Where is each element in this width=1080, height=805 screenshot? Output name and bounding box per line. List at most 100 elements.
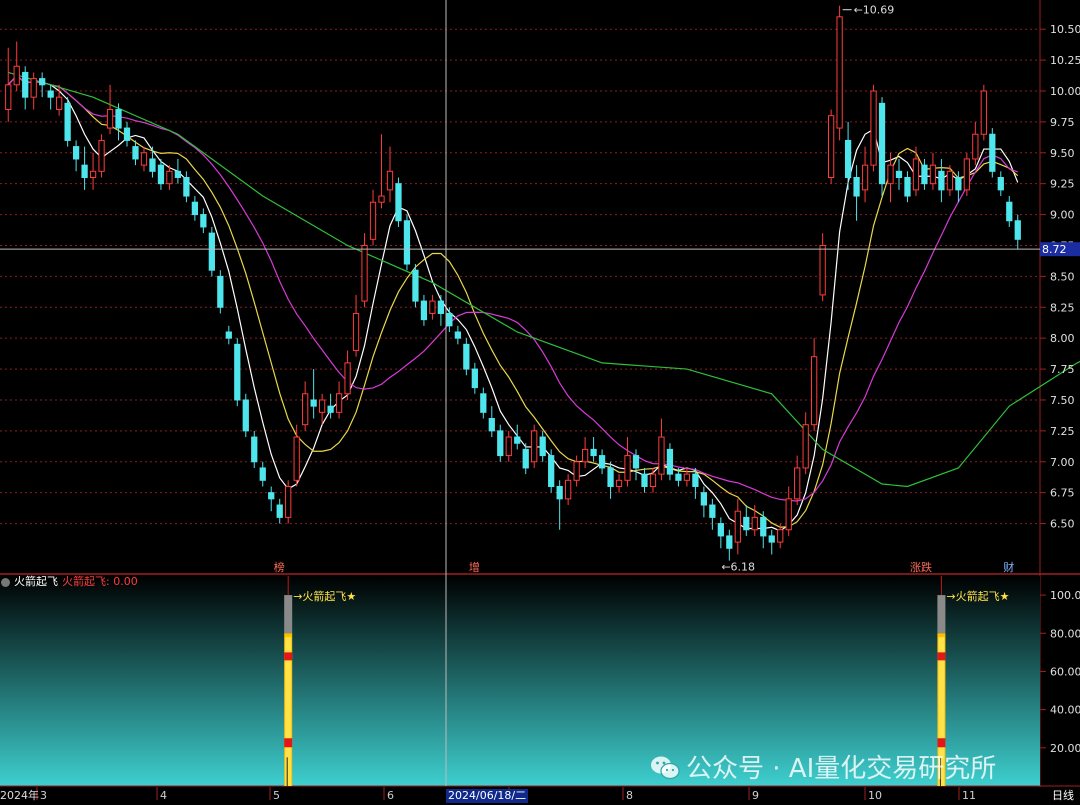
stock-chart[interactable]: 10.5010.2510.009.759.509.259.008.758.508… xyxy=(0,0,1080,805)
candle-body xyxy=(514,436,521,444)
event-marker: 财 xyxy=(1003,560,1014,574)
candle-body xyxy=(802,424,809,469)
candle-body xyxy=(581,448,589,463)
candle-body xyxy=(912,158,920,191)
candle-body xyxy=(497,430,504,457)
candle-body xyxy=(709,504,716,518)
candle-body xyxy=(89,170,97,179)
candle-body xyxy=(412,269,419,302)
price-panel-bg xyxy=(0,0,1040,574)
price-tick-label: 9.75 xyxy=(1050,116,1075,129)
candle-body xyxy=(997,177,1004,191)
candle-body xyxy=(217,275,224,308)
candle-body xyxy=(675,473,682,481)
price-tick-label: 9.25 xyxy=(1050,178,1075,191)
candle-body xyxy=(72,146,80,160)
candle-body xyxy=(641,473,648,487)
candle-body xyxy=(861,164,869,191)
date-axis: 34567891011 xyxy=(0,787,1080,805)
signal-label: →火箭起飞★ xyxy=(293,589,356,603)
candle-body xyxy=(946,170,954,191)
candle-body xyxy=(972,133,979,160)
candle-body xyxy=(921,164,928,185)
candle-body xyxy=(989,133,996,172)
candle-body xyxy=(259,467,266,481)
candle-body xyxy=(607,467,614,487)
indicator-tick-label: 60.00 xyxy=(1050,665,1080,678)
candle-body xyxy=(539,436,546,457)
candle-body xyxy=(853,177,860,197)
candle-body xyxy=(106,109,114,129)
candle-body xyxy=(149,158,156,172)
candle-body xyxy=(234,343,241,401)
candle-body xyxy=(310,399,317,407)
candle-body xyxy=(963,158,970,191)
candle-body xyxy=(437,300,445,314)
candle-body xyxy=(700,492,708,506)
candle-body xyxy=(980,90,987,135)
price-tick-label: 10.00 xyxy=(1050,85,1080,98)
price-tick-label: 7.25 xyxy=(1050,425,1075,438)
candle-body xyxy=(361,244,368,302)
candle-body xyxy=(726,535,733,549)
date-start-label: 2024年 xyxy=(0,789,39,802)
candle-body xyxy=(56,96,63,111)
signal-label: →火箭起飞★ xyxy=(946,589,1009,603)
candle-body xyxy=(794,467,801,500)
candle-body xyxy=(463,343,470,370)
candle-body xyxy=(251,436,258,463)
current-price-box: 8.72 xyxy=(1040,242,1080,257)
candle-body xyxy=(293,436,300,481)
candle-body xyxy=(403,220,411,265)
candle-body xyxy=(352,312,360,352)
candle-body xyxy=(768,535,775,543)
candle-body xyxy=(98,139,105,172)
cursor-date: 2024/06/18/二 xyxy=(446,789,529,803)
candle-body xyxy=(285,485,292,518)
candle-body xyxy=(200,214,207,228)
watermark: 公众号 · AI量化交易研究所 xyxy=(650,748,996,785)
low-label: ←6.18 xyxy=(721,561,755,574)
candle-body xyxy=(335,393,343,413)
candle-body xyxy=(140,152,148,166)
candle-body xyxy=(615,479,623,487)
candle-body xyxy=(318,399,326,413)
event-marker: 榜 xyxy=(274,560,285,574)
candle-body xyxy=(717,523,724,537)
collapse-toggle-icon[interactable] xyxy=(1,577,10,587)
candle-body xyxy=(420,300,428,321)
candle-body xyxy=(743,516,750,531)
candle-body xyxy=(471,368,478,389)
price-tick-label: 6.50 xyxy=(1050,518,1075,531)
candle-body xyxy=(395,183,402,222)
candle-body xyxy=(895,170,903,179)
candle-body xyxy=(22,71,29,98)
candle-body xyxy=(632,455,640,469)
candle-body xyxy=(929,164,937,185)
current-price-label: 8.72 xyxy=(1042,243,1067,256)
candle-body xyxy=(683,473,691,481)
candle-body xyxy=(429,300,436,314)
signal-band-red xyxy=(284,652,293,661)
price-tick-label: 7.00 xyxy=(1050,456,1075,469)
candle-body xyxy=(522,448,529,469)
candle-body xyxy=(302,393,309,426)
price-tick-label: 8.50 xyxy=(1050,270,1075,283)
price-tick-label: 6.75 xyxy=(1050,487,1075,500)
month-label: 5 xyxy=(273,789,280,802)
candle-body xyxy=(938,170,945,191)
candle-body xyxy=(887,164,894,185)
candle-body xyxy=(624,455,631,481)
month-label: 3 xyxy=(40,789,47,802)
candle-body xyxy=(446,312,453,327)
indicator-tick-label: 100.00 xyxy=(1050,589,1080,602)
indicator-title: 火箭起飞 火箭起飞: 0.00 xyxy=(0,575,138,589)
period-button[interactable]: 日线 xyxy=(1052,789,1074,803)
candle-body xyxy=(777,529,784,543)
candle-body xyxy=(81,164,88,179)
candle-body xyxy=(1006,201,1013,222)
month-label: 9 xyxy=(752,789,759,802)
candle-body xyxy=(488,418,495,432)
candle-body xyxy=(208,232,215,271)
candle-body xyxy=(955,177,962,191)
